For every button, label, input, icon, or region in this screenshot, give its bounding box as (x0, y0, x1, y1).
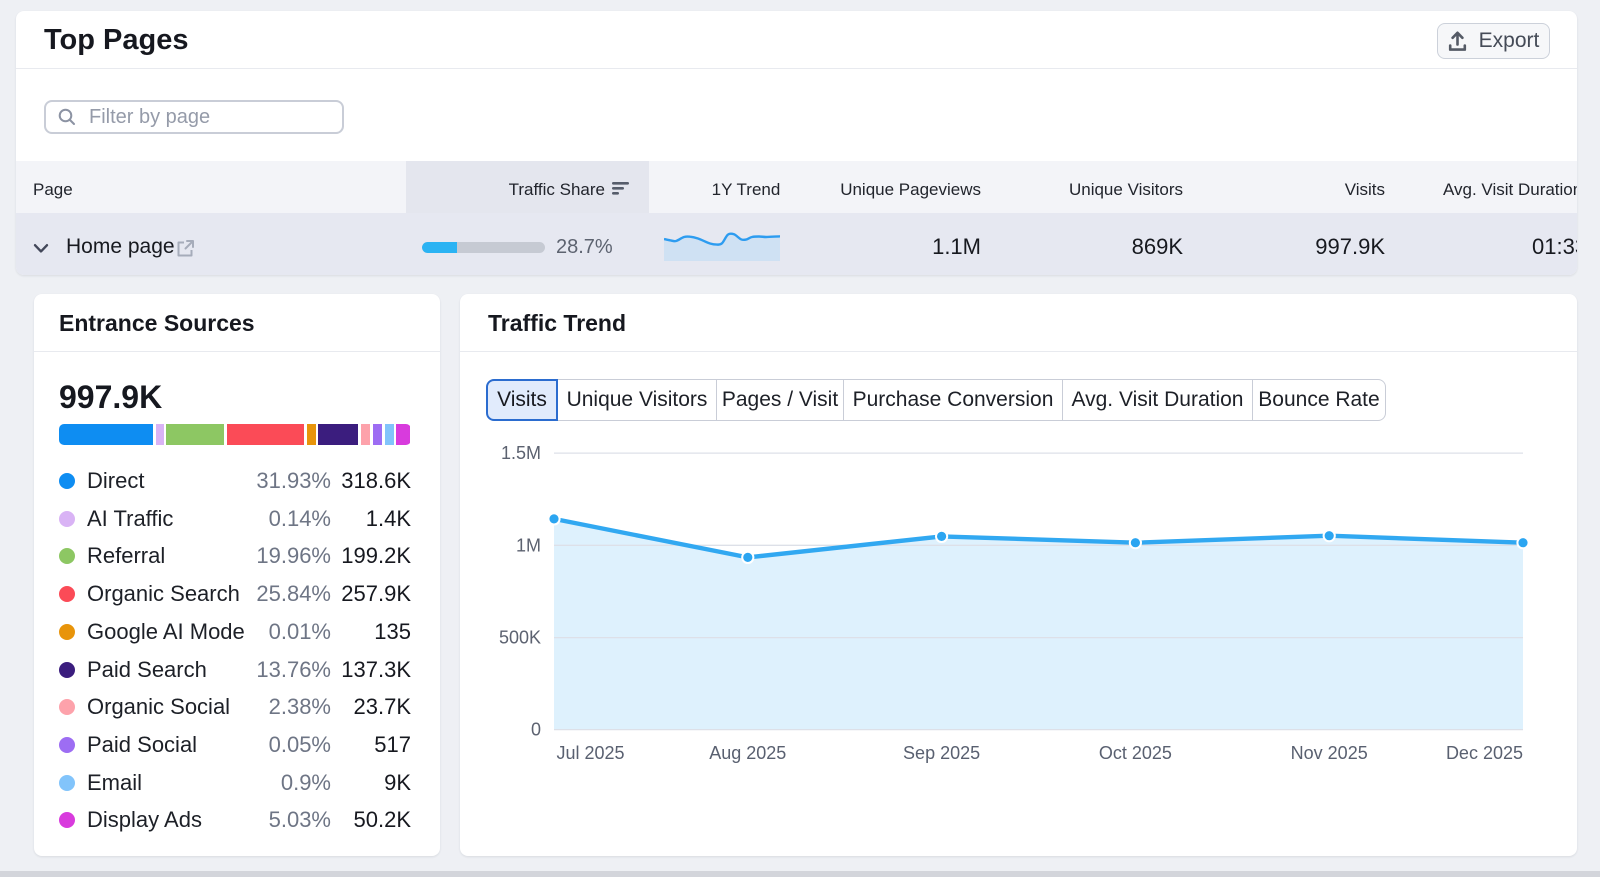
svg-text:Sep 2025: Sep 2025 (903, 743, 980, 763)
svg-text:Jul 2025: Jul 2025 (557, 743, 625, 763)
svg-text:0: 0 (531, 720, 541, 740)
svg-text:Aug 2025: Aug 2025 (709, 743, 786, 763)
svg-text:1M: 1M (516, 535, 541, 555)
svg-text:1.5M: 1.5M (501, 443, 541, 463)
svg-text:Dec 2025: Dec 2025 (1446, 743, 1523, 763)
svg-text:Nov 2025: Nov 2025 (1291, 743, 1368, 763)
svg-text:Oct 2025: Oct 2025 (1099, 743, 1172, 763)
svg-text:500K: 500K (499, 628, 541, 648)
